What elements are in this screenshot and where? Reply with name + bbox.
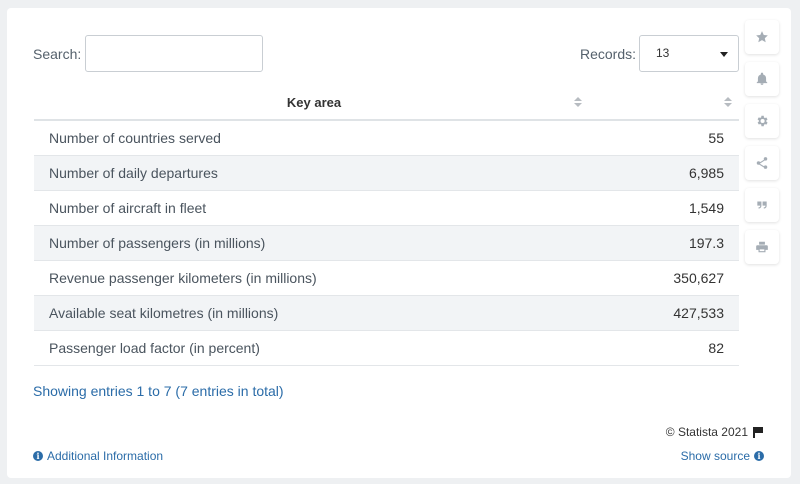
search-label: Search: xyxy=(33,46,82,62)
row-value-cell: 197.3 xyxy=(594,225,739,261)
show-source-link[interactable]: Show source i xyxy=(681,449,764,463)
quote-icon xyxy=(757,201,767,209)
caret-down-icon xyxy=(720,52,728,57)
additional-information-label: Additional Information xyxy=(47,449,164,463)
table-row: Number of aircraft in fleet 1,549 xyxy=(34,190,739,226)
show-source-label: Show source xyxy=(680,449,750,463)
row-value-cell: 55 xyxy=(594,120,739,156)
table-row: Number of daily departures 6,985 xyxy=(34,155,739,191)
column-header-value[interactable] xyxy=(594,86,739,121)
records-select[interactable]: 13 xyxy=(639,35,739,72)
row-key-cell: Number of countries served xyxy=(34,120,594,156)
copyright-text: © Statista 2021 xyxy=(665,425,748,439)
search-input[interactable] xyxy=(85,35,263,72)
records-select-value: 13 xyxy=(656,46,670,60)
print-button[interactable] xyxy=(745,230,779,264)
sort-icon[interactable] xyxy=(724,97,732,109)
info-icon: i xyxy=(754,451,764,461)
records-label: Records: xyxy=(580,46,637,62)
cite-button[interactable] xyxy=(745,188,779,222)
star-icon xyxy=(756,31,768,43)
gear-icon xyxy=(757,115,768,127)
table-row: Passenger load factor (in percent) 82 xyxy=(34,330,739,366)
column-header-key-area[interactable]: Key area xyxy=(34,86,594,121)
row-key-cell: Number of aircraft in fleet xyxy=(34,190,594,226)
info-icon: i xyxy=(33,451,43,461)
row-value-cell: 1,549 xyxy=(594,190,739,226)
column-header-label: Key area xyxy=(286,95,342,110)
table-row: Number of passengers (in millions) 197.3 xyxy=(34,225,739,261)
row-key-cell: Number of daily departures xyxy=(34,155,594,191)
share-button[interactable] xyxy=(745,146,779,180)
copyright: © Statista 2021 xyxy=(666,425,763,439)
additional-information-link[interactable]: i Additional Information xyxy=(33,449,163,463)
print-icon xyxy=(756,241,768,253)
favorite-button[interactable] xyxy=(745,20,779,54)
data-table: Key area Number of countries served 55 Num… xyxy=(34,86,739,366)
entries-summary: Showing entries 1 to 7 (7 entries in tot… xyxy=(33,383,284,399)
settings-button[interactable] xyxy=(745,104,779,138)
row-value-cell: 427,533 xyxy=(594,295,739,331)
sort-icon[interactable] xyxy=(574,97,582,109)
table-row: Available seat kilometres (in millions) 4… xyxy=(34,295,739,331)
row-value-cell: 350,627 xyxy=(594,260,739,296)
row-key-cell: Available seat kilometres (in millions) xyxy=(34,295,594,331)
notification-button[interactable] xyxy=(745,62,779,96)
table-row: Revenue passenger kilometers (in million… xyxy=(34,260,739,296)
row-value-cell: 6,985 xyxy=(594,155,739,191)
row-key-cell: Revenue passenger kilometers (in million… xyxy=(34,260,594,296)
flag-icon[interactable] xyxy=(753,426,763,438)
share-icon xyxy=(756,157,768,169)
bell-icon xyxy=(756,72,768,85)
row-key-cell: Number of passengers (in millions) xyxy=(34,225,594,261)
statistic-card: Search: Records: 13 Key area Number of c… xyxy=(7,8,791,478)
table-row: Number of countries served 55 xyxy=(34,120,739,156)
row-key-cell: Passenger load factor (in percent) xyxy=(34,330,594,366)
row-value-cell: 82 xyxy=(594,330,739,366)
action-sidebar xyxy=(745,20,779,272)
